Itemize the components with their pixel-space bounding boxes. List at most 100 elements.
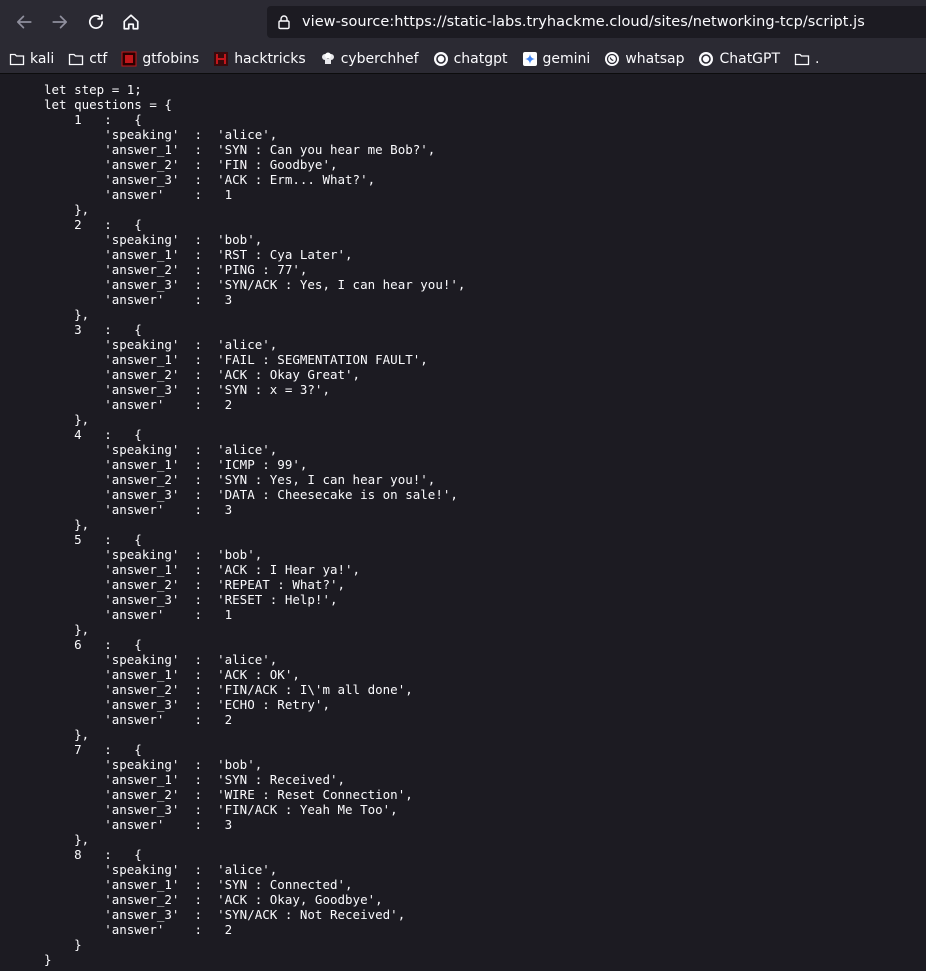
- hacktricks-favicon-icon: [213, 51, 229, 67]
- source-line: }: [44, 937, 82, 952]
- source-line: 'answer' : 2: [44, 397, 233, 412]
- bookmark-kali[interactable]: kali: [9, 47, 54, 71]
- arrow-right-icon: [52, 15, 68, 29]
- source-line: 'answer' : 3: [44, 817, 233, 832]
- bookmark-label: gemini: [542, 50, 591, 67]
- bookmark-label: cyberchhef: [340, 50, 419, 67]
- source-line: 'answer_2' : 'FIN/ACK : I\'m all done',: [44, 682, 413, 697]
- openai-logo-icon: [433, 51, 449, 67]
- source-line: 'speaking' : 'alice',: [44, 652, 278, 667]
- source-line: 'answer' : 2: [44, 922, 233, 937]
- source-line: },: [44, 202, 90, 217]
- bookmark-label: kali: [30, 50, 55, 67]
- source-line: 'answer_3' : 'DATA : Cheesecake is on sa…: [44, 487, 458, 502]
- source-line: 2 : {: [44, 217, 142, 232]
- bookmark-hacktricks[interactable]: hacktricks: [213, 47, 306, 71]
- source-line: 'answer' : 1: [44, 187, 233, 202]
- source-line: 'answer_1' : 'ACK : I Hear ya!',: [44, 562, 361, 577]
- whatsapp-logo-icon: [604, 51, 620, 67]
- source-line: 'answer_3' : 'ECHO : Retry',: [44, 697, 330, 712]
- bookmark-gtfobins[interactable]: gtfobins: [121, 47, 199, 71]
- lock-icon[interactable]: [276, 14, 292, 30]
- source-line: 3 : {: [44, 322, 142, 337]
- source-line: 'speaking' : 'alice',: [44, 442, 278, 457]
- source-line: 5 : {: [44, 532, 142, 547]
- gtfobins-favicon-icon: [121, 51, 137, 67]
- bookmark-label: chatgpt: [453, 50, 508, 67]
- source-line: 'answer_3' : 'RESET : Help!',: [44, 592, 338, 607]
- view-source-code: let step = 1; let questions = { 1 : { 'sp…: [44, 82, 465, 967]
- bookmark-label: gtfobins: [142, 50, 200, 67]
- source-line: 'speaking' : 'alice',: [44, 862, 278, 877]
- arrow-left-icon: [16, 15, 32, 29]
- source-line: 'speaking' : 'bob',: [44, 547, 263, 562]
- bookmark-chatgpt[interactable]: chatgpt: [433, 47, 508, 71]
- source-line: 7 : {: [44, 742, 142, 757]
- source-line: },: [44, 622, 90, 637]
- bookmark-label: ChatGPT: [719, 50, 781, 67]
- source-line: },: [44, 727, 90, 742]
- source-line: 'answer_2' : 'REPEAT : What?',: [44, 577, 346, 592]
- reload-button[interactable]: [82, 8, 110, 36]
- forward-button[interactable]: [46, 8, 74, 36]
- back-button[interactable]: [10, 8, 38, 36]
- source-line: let questions = {: [44, 97, 172, 112]
- source-line: 'speaking' : 'bob',: [44, 757, 263, 772]
- bookmark-label: whatsap: [625, 50, 685, 67]
- bookmark-label: ctf: [89, 50, 108, 67]
- openai-logo-icon: [698, 51, 714, 67]
- bookmark-cyberchhef[interactable]: cyberchhef: [320, 47, 419, 71]
- bookmark-whatsap[interactable]: whatsap: [604, 47, 684, 71]
- source-line: 'answer' : 2: [44, 712, 233, 727]
- source-line: 'answer_2' : 'ACK : Okay, Goodbye',: [44, 892, 383, 907]
- source-line: 'answer_1' : 'SYN : Connected',: [44, 877, 353, 892]
- home-icon: [123, 14, 139, 30]
- folder-icon: [9, 51, 25, 67]
- source-line: 'speaking' : 'alice',: [44, 127, 278, 142]
- source-line: 'answer_3' : 'SYN/ACK : Not Received',: [44, 907, 406, 922]
- source-line: 8 : {: [44, 847, 142, 862]
- bookmark-label: hacktricks: [234, 50, 306, 67]
- chef-hat-icon: [320, 51, 336, 67]
- source-line: 'answer' : 1: [44, 607, 233, 622]
- source-line: 'speaking' : 'alice',: [44, 337, 278, 352]
- source-line: 'answer_1' : 'ICMP : 99',: [44, 457, 308, 472]
- source-line: 'answer_2' : 'FIN : Goodbye',: [44, 157, 338, 172]
- source-line: let step = 1;: [44, 82, 142, 97]
- bookmark-gemini[interactable]: gemini: [522, 47, 591, 71]
- bookmark-label: .: [815, 50, 820, 67]
- source-line: 'answer_2' : 'WIRE : Reset Connection',: [44, 787, 413, 802]
- source-line: },: [44, 307, 90, 322]
- source-line: 'answer_1' : 'RST : Cya Later',: [44, 247, 353, 262]
- browser-toolbar: view-source:https://static-labs.tryhackm…: [0, 0, 926, 44]
- source-line: 'answer_2' : 'PING : 77',: [44, 262, 308, 277]
- bookmark-chatgpt-2[interactable]: ChatGPT: [698, 47, 780, 71]
- reload-icon: [88, 14, 104, 29]
- home-button[interactable]: [117, 8, 145, 36]
- source-line: 'answer_1' : 'SYN : Received',: [44, 772, 346, 787]
- source-line: 1 : {: [44, 112, 142, 127]
- source-line: },: [44, 412, 90, 427]
- source-line: }: [44, 952, 52, 967]
- bookmark-ctf[interactable]: ctf: [68, 47, 107, 71]
- source-line: },: [44, 517, 90, 532]
- source-line: 'answer_1' : 'ACK : OK',: [44, 667, 300, 682]
- source-line: 'answer_3' : 'SYN/ACK : Yes, I can hear …: [44, 277, 466, 292]
- bookmarks-toolbar: kali ctf gtfobins hacktricks cyberchhef …: [0, 44, 926, 74]
- address-bar[interactable]: view-source:https://static-labs.tryhackm…: [267, 6, 926, 38]
- url-text[interactable]: view-source:https://static-labs.tryhackm…: [302, 14, 865, 30]
- source-line: 'answer_1' : 'SYN : Can you hear me Bob?…: [44, 142, 436, 157]
- folder-icon: [794, 51, 810, 67]
- source-line: 'answer' : 3: [44, 502, 233, 517]
- folder-icon: [68, 51, 84, 67]
- source-line: 'answer_2' : 'ACK : Okay Great',: [44, 367, 361, 382]
- bookmark-folder-dot[interactable]: .: [794, 47, 819, 71]
- source-line: 6 : {: [44, 637, 142, 652]
- source-line: 'speaking' : 'bob',: [44, 232, 263, 247]
- source-line: 'answer_3' : 'ACK : Erm... What?',: [44, 172, 376, 187]
- source-line: 'answer' : 3: [44, 292, 233, 307]
- gemini-sparkle-icon: [522, 51, 538, 67]
- source-line: 'answer_3' : 'SYN : x = 3?',: [44, 382, 330, 397]
- source-line: },: [44, 832, 90, 847]
- source-line: 'answer_1' : 'FAIL : SEGMENTATION FAULT'…: [44, 352, 428, 367]
